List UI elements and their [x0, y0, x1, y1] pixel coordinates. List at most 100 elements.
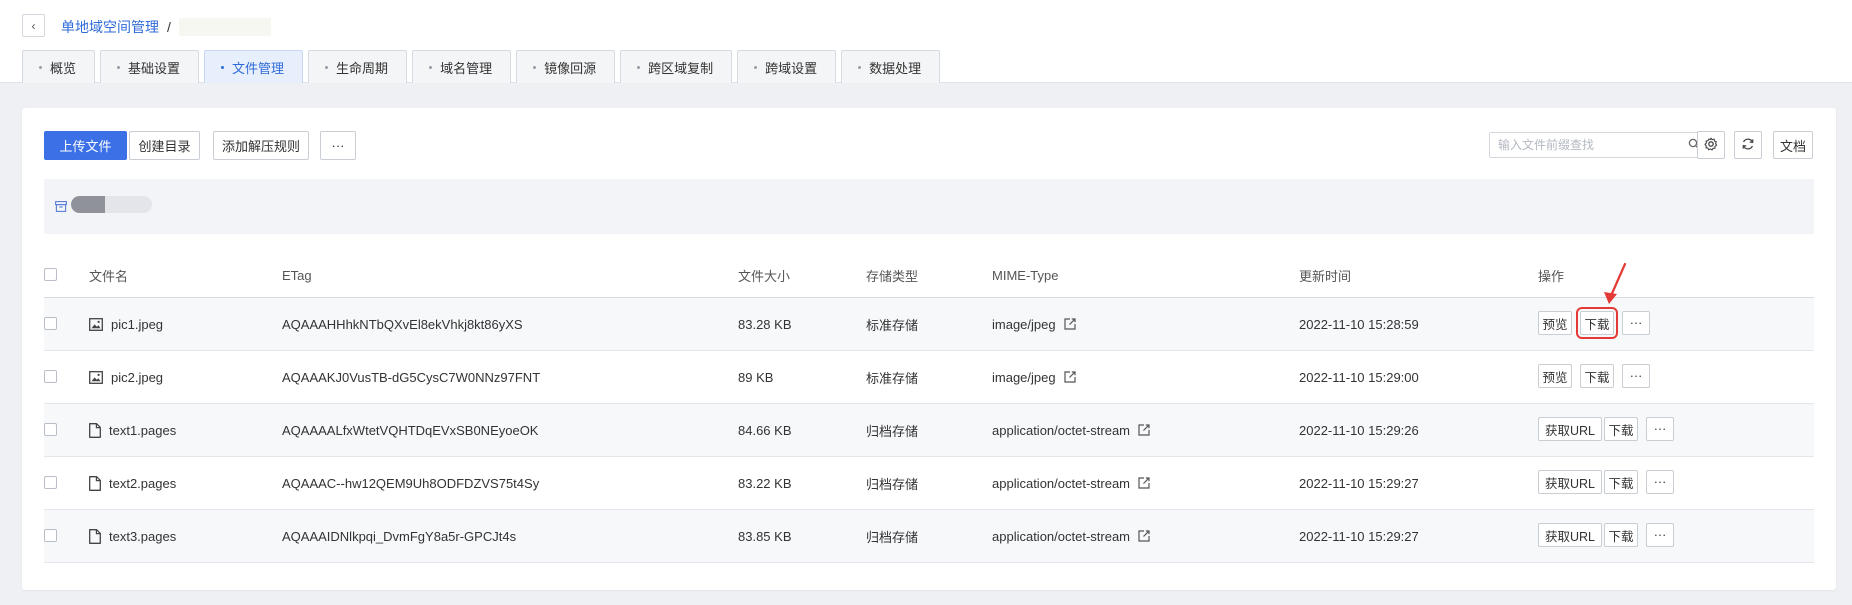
- column-header-actions: 操作: [1538, 268, 1565, 284]
- table-row: pic2.jpeg AQAAAKJ0VusTB-dG5CysC7W0NNz97F…: [44, 351, 1814, 404]
- row-checkbox[interactable]: [44, 370, 57, 383]
- prefix-search-input[interactable]: [1490, 133, 1670, 157]
- tab-dot-icon: [221, 65, 225, 69]
- edit-mime-icon[interactable]: [1138, 477, 1150, 489]
- tab-file-management[interactable]: 文件管理: [204, 50, 304, 83]
- row-more-button[interactable]: ···: [1622, 364, 1650, 388]
- column-header-storage-class: 存储类型: [866, 268, 919, 284]
- tab-label: 镜像回源: [544, 60, 597, 76]
- mime-type-cell: image/jpeg: [992, 298, 1076, 350]
- download-button[interactable]: 下载: [1576, 307, 1618, 339]
- chevron-left-icon: ‹: [31, 18, 36, 33]
- filename-cell: text1.pages: [89, 404, 176, 456]
- edit-mime-icon[interactable]: [1064, 371, 1076, 383]
- mime-type-cell: image/jpeg: [992, 351, 1076, 403]
- file-name-link[interactable]: text1.pages: [109, 423, 176, 438]
- tab-dot-icon: [117, 65, 121, 69]
- top-bar: ‹ 单地域空间管理 / 概览 基础设置 文件管理 生命周期 域名管理 镜像回源 …: [0, 0, 1852, 83]
- tab-bar: 概览 基础设置 文件管理 生命周期 域名管理 镜像回源 跨区域复制 跨域设置 数…: [22, 50, 945, 83]
- back-button[interactable]: ‹: [22, 14, 45, 37]
- download-button[interactable]: 下载: [1580, 364, 1614, 388]
- file-management-panel: 上传文件 创建目录 添加解压规则 ··· 文档 文件名 ETag 文件大小 存储…: [22, 108, 1836, 590]
- filename-cell: pic2.jpeg: [89, 351, 163, 403]
- table-header-row: 文件名 ETag 文件大小 存储类型 MIME-Type 更新时间 操作: [44, 253, 1814, 298]
- updated-time-cell: 2022-11-10 15:29:27: [1299, 475, 1419, 491]
- settings-button[interactable]: [1697, 131, 1725, 159]
- edit-mime-icon[interactable]: [1138, 424, 1150, 436]
- prefix-search-box: [1489, 132, 1707, 158]
- row-more-button[interactable]: ···: [1646, 523, 1674, 547]
- get-url-button[interactable]: 获取URL: [1538, 523, 1602, 547]
- refresh-icon: [1741, 137, 1755, 154]
- docs-button[interactable]: 文档: [1773, 131, 1813, 159]
- tab-dot-icon: [858, 65, 862, 69]
- tab-cross-region-replication[interactable]: 跨区域复制: [620, 50, 733, 83]
- file-table: 文件名 ETag 文件大小 存储类型 MIME-Type 更新时间 操作 pic…: [44, 253, 1814, 563]
- document-icon: [89, 475, 101, 491]
- mime-type-value: application/octet-stream: [992, 528, 1131, 544]
- tab-mirror-origin[interactable]: 镜像回源: [516, 50, 616, 83]
- more-actions-button[interactable]: ···: [320, 131, 356, 160]
- annotation-arrow-icon: [1604, 262, 1627, 304]
- breadcrumb-bucket-management-link[interactable]: 单地域空间管理: [61, 17, 159, 37]
- file-name-link[interactable]: pic2.jpeg: [111, 370, 163, 385]
- tab-dot-icon: [39, 65, 42, 69]
- create-directory-button[interactable]: 创建目录: [129, 131, 200, 160]
- breadcrumb: 单地域空间管理 /: [61, 17, 271, 37]
- edit-mime-icon[interactable]: [1138, 530, 1150, 542]
- column-header-size[interactable]: 文件大小: [738, 253, 790, 297]
- file-name-link[interactable]: text2.pages: [109, 476, 176, 491]
- mime-type-cell: application/octet-stream: [992, 510, 1150, 562]
- column-header-updated[interactable]: 更新时间: [1299, 253, 1351, 297]
- mime-type-cell: application/octet-stream: [992, 404, 1150, 456]
- tab-label: 基础设置: [128, 60, 181, 76]
- preview-button[interactable]: 预览: [1538, 364, 1572, 388]
- column-header-etag: ETag: [282, 267, 312, 283]
- row-more-button[interactable]: ···: [1646, 470, 1674, 494]
- row-more-button[interactable]: ···: [1622, 311, 1650, 335]
- row-more-button[interactable]: ···: [1646, 417, 1674, 441]
- updated-time-cell: 2022-11-10 15:29:27: [1299, 528, 1419, 544]
- tab-data-processing[interactable]: 数据处理: [841, 50, 941, 83]
- tab-dot-icon: [637, 65, 641, 69]
- table-row: text1.pages AQAAAALfxWtetVQHTDqEVxSB0NEy…: [44, 404, 1814, 457]
- edit-mime-icon[interactable]: [1064, 318, 1076, 330]
- tab-overview[interactable]: 概览: [22, 50, 96, 83]
- tab-cors-settings[interactable]: 跨域设置: [737, 50, 837, 83]
- download-button[interactable]: 下载: [1604, 470, 1638, 494]
- etag-cell: AQAAAC--hw12QEM9Uh8ODFDZVS75t4Sy: [282, 475, 540, 491]
- upload-file-button[interactable]: 上传文件: [44, 131, 127, 160]
- row-checkbox[interactable]: [44, 476, 57, 489]
- tab-label: 域名管理: [440, 60, 493, 76]
- tab-domain-management[interactable]: 域名管理: [412, 50, 512, 83]
- tab-label: 生命周期: [336, 60, 389, 76]
- row-checkbox[interactable]: [44, 529, 57, 542]
- row-checkbox[interactable]: [44, 423, 57, 436]
- table-row: text2.pages AQAAAC--hw12QEM9Uh8ODFDZVS75…: [44, 457, 1814, 510]
- preview-button[interactable]: 预览: [1538, 311, 1572, 335]
- mime-type-value: image/jpeg: [992, 369, 1056, 385]
- tab-lifecycle[interactable]: 生命周期: [308, 50, 408, 83]
- file-name-link[interactable]: pic1.jpeg: [111, 317, 163, 332]
- column-header-filename[interactable]: 文件名: [89, 253, 128, 297]
- filename-cell: text2.pages: [89, 457, 176, 509]
- tab-label: 数据处理: [869, 60, 922, 76]
- table-row: pic1.jpeg AQAAAHHhkNTbQXvEl8ekVhkj8kt86y…: [44, 298, 1814, 351]
- download-button[interactable]: 下载: [1604, 417, 1638, 441]
- file-name-link[interactable]: text3.pages: [109, 529, 176, 544]
- get-url-button[interactable]: 获取URL: [1538, 417, 1602, 441]
- updated-time-cell: 2022-11-10 15:29:00: [1299, 369, 1419, 385]
- storage-class-cell: 归档存储: [866, 423, 919, 439]
- tab-basic-settings[interactable]: 基础设置: [100, 50, 200, 83]
- storage-class-cell: 归档存储: [866, 476, 919, 492]
- archive-box-icon: [55, 200, 67, 215]
- select-all-checkbox[interactable]: [44, 268, 57, 281]
- download-button[interactable]: 下载: [1604, 523, 1638, 547]
- tab-dot-icon: [754, 65, 758, 69]
- get-url-button[interactable]: 获取URL: [1538, 470, 1602, 494]
- add-unzip-rule-button[interactable]: 添加解压规则: [213, 131, 309, 160]
- row-checkbox[interactable]: [44, 317, 57, 330]
- tab-dot-icon: [429, 65, 433, 69]
- refresh-button[interactable]: [1734, 131, 1762, 159]
- filename-cell: pic1.jpeg: [89, 298, 163, 350]
